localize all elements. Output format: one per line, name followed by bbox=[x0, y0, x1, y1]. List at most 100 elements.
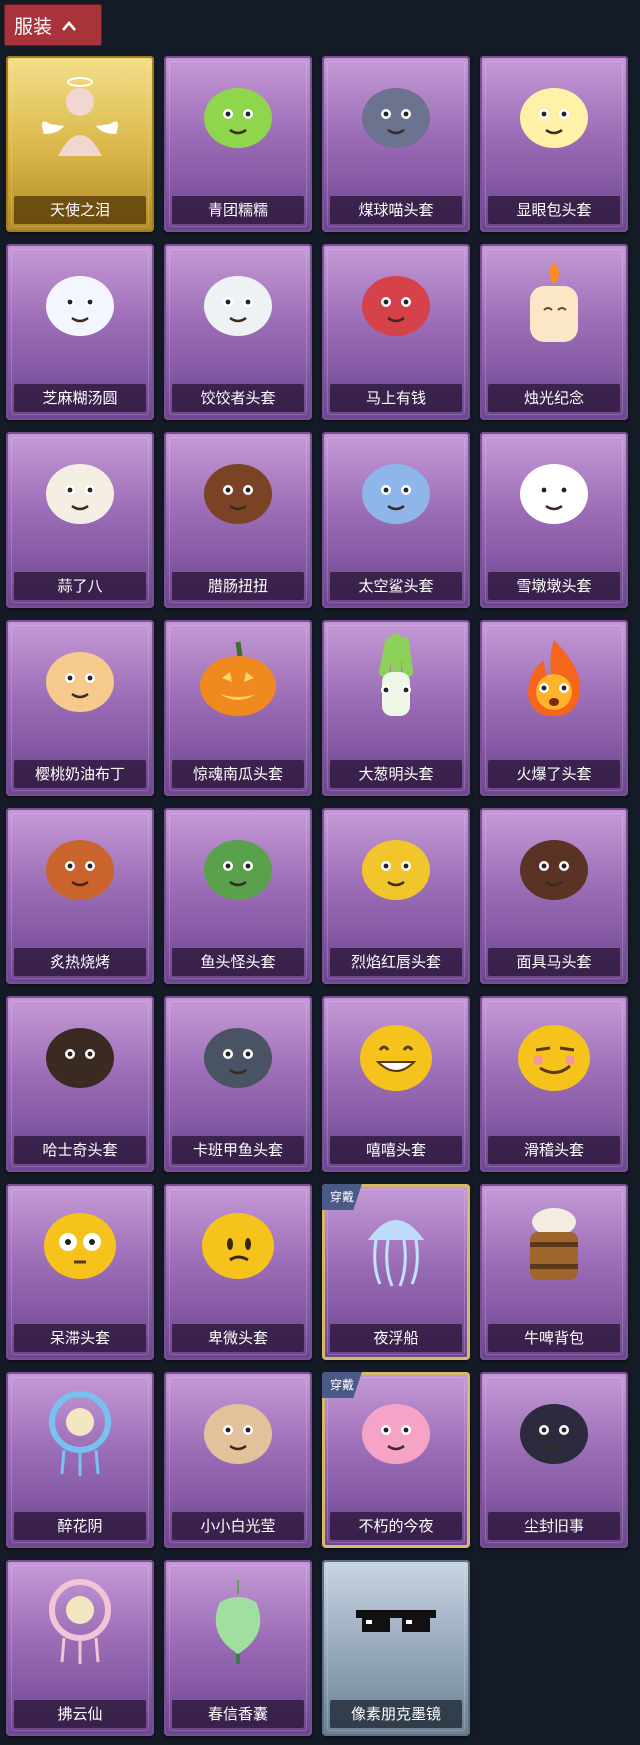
doll-icon bbox=[192, 1384, 284, 1476]
costume-name: 太空鲨头套 bbox=[330, 572, 462, 600]
pixel-sunglasses-icon bbox=[350, 1572, 442, 1664]
costume-card[interactable]: 火爆了头套 bbox=[480, 620, 628, 796]
costume-card[interactable]: 面具马头套 bbox=[480, 808, 628, 984]
costume-name: 不朽的今夜 bbox=[330, 1512, 462, 1540]
costume-card[interactable]: 穿戴 不朽的今夜 bbox=[322, 1372, 470, 1548]
costume-name: 滑稽头套 bbox=[488, 1136, 620, 1164]
dumpling-cloud-icon bbox=[192, 256, 284, 348]
humble-emoji-icon bbox=[192, 1196, 284, 1288]
costume-name: 芝麻糊汤圆 bbox=[14, 384, 146, 412]
costume-card[interactable]: 小小白光莹 bbox=[164, 1372, 312, 1548]
dog-sunglasses-icon bbox=[34, 1008, 126, 1100]
ornament-icon bbox=[34, 1384, 126, 1476]
costume-name: 炙热烧烤 bbox=[14, 948, 146, 976]
costume-name: 烈焰红唇头套 bbox=[330, 948, 462, 976]
costume-name: 樱桃奶油布丁 bbox=[14, 760, 146, 788]
costume-category-toggle[interactable]: 服装 bbox=[4, 4, 102, 46]
angel-mannequin-icon bbox=[34, 68, 126, 160]
costume-card[interactable]: 呆滞头套 bbox=[6, 1184, 154, 1360]
costume-card[interactable]: 拂云仙 bbox=[6, 1560, 154, 1736]
costume-name: 嘻嘻头套 bbox=[330, 1136, 462, 1164]
costume-card[interactable]: 煤球喵头套 bbox=[322, 56, 470, 232]
costume-name: 春信香囊 bbox=[172, 1700, 304, 1728]
costume-card[interactable]: 太空鲨头套 bbox=[322, 432, 470, 608]
snowman-icon bbox=[508, 444, 600, 536]
costume-card[interactable]: 芝麻糊汤圆 bbox=[6, 244, 154, 420]
costume-card[interactable]: 醉花阴 bbox=[6, 1372, 154, 1548]
costume-card[interactable]: 春信香囊 bbox=[164, 1560, 312, 1736]
costume-card[interactable]: 天使之泪 bbox=[6, 56, 154, 232]
costume-card[interactable]: 尘封旧事 bbox=[480, 1372, 628, 1548]
costume-name: 卑微头套 bbox=[172, 1324, 304, 1352]
costume-card[interactable]: 卡班甲鱼头套 bbox=[164, 996, 312, 1172]
costume-name: 马上有钱 bbox=[330, 384, 462, 412]
costume-name: 拂云仙 bbox=[14, 1700, 146, 1728]
costume-card[interactable]: 腊肠扭扭 bbox=[164, 432, 312, 608]
smirk-emoji-icon bbox=[508, 1008, 600, 1100]
scallion-icon bbox=[350, 632, 442, 724]
costume-card[interactable]: 鱼头怪头套 bbox=[164, 808, 312, 984]
costume-name: 尘封旧事 bbox=[488, 1512, 620, 1540]
costume-name: 小小白光莹 bbox=[172, 1512, 304, 1540]
costume-card[interactable]: 烈焰红唇头套 bbox=[322, 808, 470, 984]
costume-name: 夜浮船 bbox=[330, 1324, 462, 1352]
costume-name: 哈士奇头套 bbox=[14, 1136, 146, 1164]
costume-name: 显眼包头套 bbox=[488, 196, 620, 224]
lightbulb-head-icon bbox=[508, 68, 600, 160]
chibi-boy-icon bbox=[508, 1384, 600, 1476]
costume-card[interactable]: 樱桃奶油布丁 bbox=[6, 620, 154, 796]
costume-name: 呆滞头套 bbox=[14, 1324, 146, 1352]
costume-card[interactable]: 烛光纪念 bbox=[480, 244, 628, 420]
costume-card[interactable]: 马上有钱 bbox=[322, 244, 470, 420]
rice-dumpling-icon bbox=[34, 256, 126, 348]
costume-name: 像素朋克墨镜 bbox=[330, 1700, 462, 1728]
costume-name: 大葱明头套 bbox=[330, 760, 462, 788]
jellyfish-icon bbox=[350, 1196, 442, 1288]
candle-icon bbox=[508, 256, 600, 348]
stare-emoji-icon bbox=[34, 1196, 126, 1288]
costume-card[interactable]: 滑稽头套 bbox=[480, 996, 628, 1172]
pudding-icon bbox=[34, 632, 126, 724]
costume-name: 卡班甲鱼头套 bbox=[172, 1136, 304, 1164]
costume-name: 蒜了八 bbox=[14, 572, 146, 600]
costume-card[interactable]: 大葱明头套 bbox=[322, 620, 470, 796]
beer-barrel-icon bbox=[508, 1196, 600, 1288]
costume-card[interactable]: 穿戴 夜浮船 bbox=[322, 1184, 470, 1360]
costume-name: 面具马头套 bbox=[488, 948, 620, 976]
costume-card[interactable]: 饺饺者头套 bbox=[164, 244, 312, 420]
costume-card[interactable]: 青团糯糯 bbox=[164, 56, 312, 232]
costume-name: 煤球喵头套 bbox=[330, 196, 462, 224]
sachet-icon bbox=[192, 1572, 284, 1664]
costume-card[interactable]: 炙热烧烤 bbox=[6, 808, 154, 984]
costume-name: 天使之泪 bbox=[14, 196, 146, 224]
costume-card[interactable]: 牛啤背包 bbox=[480, 1184, 628, 1360]
pumpkin-icon bbox=[192, 632, 284, 724]
costume-name: 醉花阴 bbox=[14, 1512, 146, 1540]
costume-grid: 天使之泪 青团糯糯 煤球喵头套 显眼包头套芝麻糊汤圆 饺饺者头套 马上有钱 烛光纪念蒜了八腊… bbox=[6, 56, 636, 1736]
fish-head-icon bbox=[192, 820, 284, 912]
costume-card[interactable]: 惊魂南瓜头套 bbox=[164, 620, 312, 796]
category-title: 服装 bbox=[14, 15, 53, 38]
costume-card[interactable]: 显眼包头套 bbox=[480, 56, 628, 232]
costume-card[interactable]: 雪墩墩头套 bbox=[480, 432, 628, 608]
costume-name: 腊肠扭扭 bbox=[172, 572, 304, 600]
costume-name: 烛光纪念 bbox=[488, 384, 620, 412]
costume-card[interactable]: 卑微头套 bbox=[164, 1184, 312, 1360]
costume-card[interactable]: 嘻嘻头套 bbox=[322, 996, 470, 1172]
fox-bowl-icon bbox=[350, 1384, 442, 1476]
garlic-icon bbox=[34, 444, 126, 536]
green-rice-ball-icon bbox=[192, 68, 284, 160]
cat-head-icon bbox=[350, 68, 442, 160]
costume-name: 惊魂南瓜头套 bbox=[172, 760, 304, 788]
fairy-charm-icon bbox=[34, 1572, 126, 1664]
horse-mask-icon bbox=[508, 820, 600, 912]
costume-card[interactable]: 像素朋克墨镜 bbox=[322, 1560, 470, 1736]
bbq-meat-icon bbox=[34, 820, 126, 912]
yellow-mask-icon bbox=[350, 820, 442, 912]
costume-name: 火爆了头套 bbox=[488, 760, 620, 788]
costume-name: 青团糯糯 bbox=[172, 196, 304, 224]
costume-name: 饺饺者头套 bbox=[172, 384, 304, 412]
costume-card[interactable]: 哈士奇头套 bbox=[6, 996, 154, 1172]
costume-card[interactable]: 蒜了八 bbox=[6, 432, 154, 608]
red-horse-icon bbox=[350, 256, 442, 348]
